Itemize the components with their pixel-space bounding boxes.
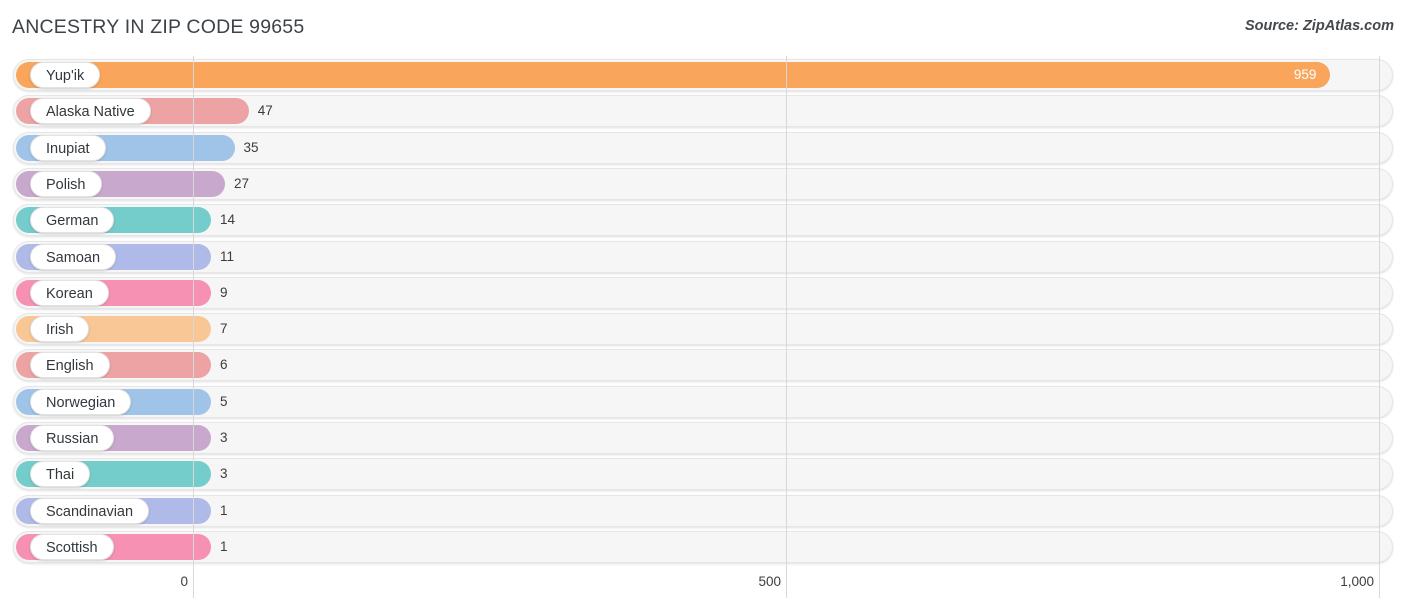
bar-row[interactable]: 9 Korean — [0, 276, 1406, 309]
bar-value-label: 9 — [220, 284, 228, 300]
bar-row[interactable]: 6 English — [0, 349, 1406, 382]
bar-row[interactable]: 14 German — [0, 204, 1406, 237]
bar-value-label: 7 — [220, 321, 228, 337]
x-tick-label: 500 — [758, 574, 781, 589]
chart-header: ANCESTRY IN ZIP CODE 99655 Source: ZipAt… — [0, 0, 1406, 56]
category-label-scottish[interactable]: Scottish — [30, 533, 114, 560]
bar-row[interactable]: 959 Yup'ik — [0, 59, 1406, 91]
bar-row[interactable]: 11 Samoan — [0, 240, 1406, 273]
category-label-korean[interactable]: Korean — [30, 279, 109, 306]
bar-row[interactable]: 5 Norwegian — [0, 385, 1406, 418]
bar-row[interactable]: 7 Irish — [0, 313, 1406, 346]
axis-tick — [1379, 570, 1380, 598]
category-label-alaska-native[interactable]: Alaska Native — [30, 98, 151, 125]
bar-row[interactable]: 1 Scandinavian — [0, 494, 1406, 527]
chart-plot-area: 959 Yup'ik 47 Alaska Native 35 Inupiat 27 Polis… — [0, 56, 1406, 570]
bar-row[interactable]: 1 Scottish — [0, 530, 1406, 563]
bar-value-label: 3 — [220, 430, 228, 445]
bar-value-label: 11 — [220, 248, 235, 264]
bar-value-label: 1 — [220, 502, 228, 518]
x-tick-label: 1,000 — [1340, 574, 1374, 589]
category-label-inupiat[interactable]: Inupiat — [30, 134, 106, 161]
bar-value-label: 3 — [220, 466, 228, 482]
bar-row[interactable]: 47 Alaska Native — [0, 95, 1406, 128]
x-tick-label: 0 — [180, 574, 188, 589]
category-label-scandinavian[interactable]: Scandinavian — [30, 497, 150, 524]
bar-value-label: 959 — [1293, 67, 1317, 82]
bar-row[interactable]: 35 Inupiat — [0, 131, 1406, 164]
axis-tick — [786, 570, 787, 598]
axis-tick — [193, 570, 194, 598]
bar-value-label: 35 — [243, 139, 259, 155]
bar-value-label: 27 — [234, 175, 250, 191]
category-label-norwegian[interactable]: Norwegian — [30, 388, 132, 415]
category-label-english[interactable]: English — [30, 352, 110, 379]
bar-value-label: 47 — [257, 103, 273, 119]
category-label-german[interactable]: German — [30, 207, 115, 234]
source-attribution: Source: ZipAtlas.com — [1244, 18, 1394, 34]
category-label-yup-ik[interactable]: Yup'ik — [30, 62, 101, 88]
category-label-samoan[interactable]: Samoan — [30, 243, 117, 270]
bar-value-label: 14 — [220, 212, 236, 228]
bar-value-label: 5 — [220, 393, 228, 409]
category-label-russian[interactable]: Russian — [30, 425, 115, 451]
category-label-thai[interactable]: Thai — [30, 461, 91, 488]
category-label-irish[interactable]: Irish — [30, 316, 90, 343]
category-label-polish[interactable]: Polish — [30, 170, 102, 197]
bar-row[interactable]: 3 Thai — [0, 458, 1406, 491]
x-axis: 0 500 1,000 — [0, 570, 1406, 607]
bar-row[interactable]: 3 Russian — [0, 422, 1406, 454]
page-title: ANCESTRY IN ZIP CODE 99655 — [12, 16, 305, 38]
bar-yup-ik[interactable]: 959 — [16, 62, 1331, 88]
bar-row[interactable]: 27 Polish — [0, 167, 1406, 200]
bar-value-label: 6 — [220, 357, 228, 373]
bar-value-label: 1 — [220, 538, 228, 554]
